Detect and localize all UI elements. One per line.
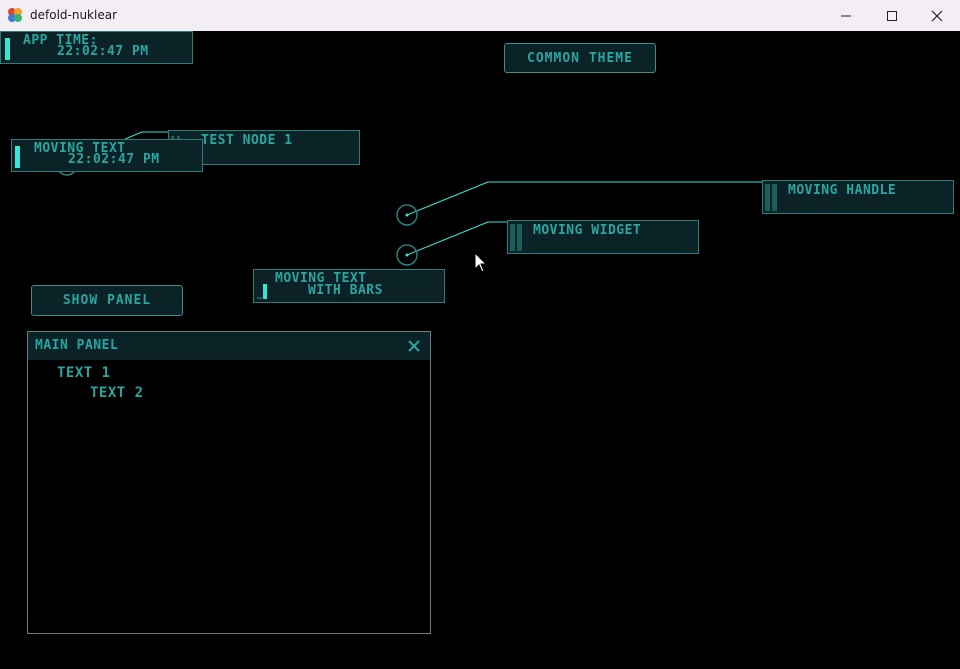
- common-theme-button-label: COMMON THEME: [527, 50, 633, 66]
- mouse-cursor-icon: [474, 252, 488, 273]
- common-theme-button[interactable]: COMMON THEME: [504, 43, 656, 73]
- moving-handle-bar-1: [765, 184, 770, 211]
- moving-handle-bar-2: [772, 184, 777, 211]
- main-panel-header[interactable]: MAIN PANEL: [28, 332, 430, 360]
- main-panel-text-2: TEXT 2: [90, 385, 144, 401]
- main-panel-text-1: TEXT 1: [57, 365, 111, 381]
- moving-text-with-bars-widget[interactable]: MOVING TEXT WITH BARS: [253, 269, 445, 303]
- app-time-value: 22:02:47 PM: [57, 44, 149, 59]
- test-node-label: TEST NODE 1: [201, 133, 293, 148]
- moving-widget[interactable]: MOVING WIDGET: [507, 220, 699, 254]
- moving-widget-label: MOVING WIDGET: [533, 223, 642, 238]
- app-time-bar: [5, 38, 10, 60]
- close-window-button[interactable]: [914, 0, 960, 31]
- moving-text-with-bars-tick: [257, 297, 262, 299]
- defold-logo-icon: [8, 8, 22, 22]
- close-icon: [931, 10, 943, 21]
- game-canvas: APP TIME: 22:02:47 PM COMMON THEME TEST …: [0, 31, 960, 669]
- maximize-icon: [887, 10, 897, 21]
- moving-widget-bar-2: [517, 224, 522, 251]
- moving-handle-label: MOVING HANDLE: [788, 183, 897, 198]
- window-titlebar: defold-nuklear: [0, 0, 960, 32]
- window-title: defold-nuklear: [30, 8, 118, 22]
- main-panel-title: MAIN PANEL: [35, 338, 119, 353]
- show-panel-button[interactable]: SHOW PANEL: [31, 285, 183, 316]
- moving-text-bars-line2: WITH BARS: [308, 283, 383, 298]
- maximize-button[interactable]: [869, 0, 915, 31]
- moving-widget-bar-1: [510, 224, 515, 251]
- minimize-icon: [841, 15, 851, 16]
- app-time-widget: APP TIME: 22:02:47 PM: [0, 31, 193, 64]
- minimize-button[interactable]: [823, 0, 869, 31]
- moving-text-bar: [15, 146, 20, 168]
- moving-handle-widget[interactable]: MOVING HANDLE: [762, 180, 954, 214]
- panel-close-icon[interactable]: [408, 340, 420, 352]
- main-panel: MAIN PANEL TEXT 1 TEXT 2: [27, 331, 431, 634]
- moving-text-value: 22:02:47 PM: [68, 152, 160, 167]
- moving-text-with-bars-bar: [263, 284, 267, 299]
- show-panel-button-label: SHOW PANEL: [62, 293, 152, 308]
- moving-text-widget[interactable]: MOVING TEXT 22:02:47 PM: [11, 139, 203, 172]
